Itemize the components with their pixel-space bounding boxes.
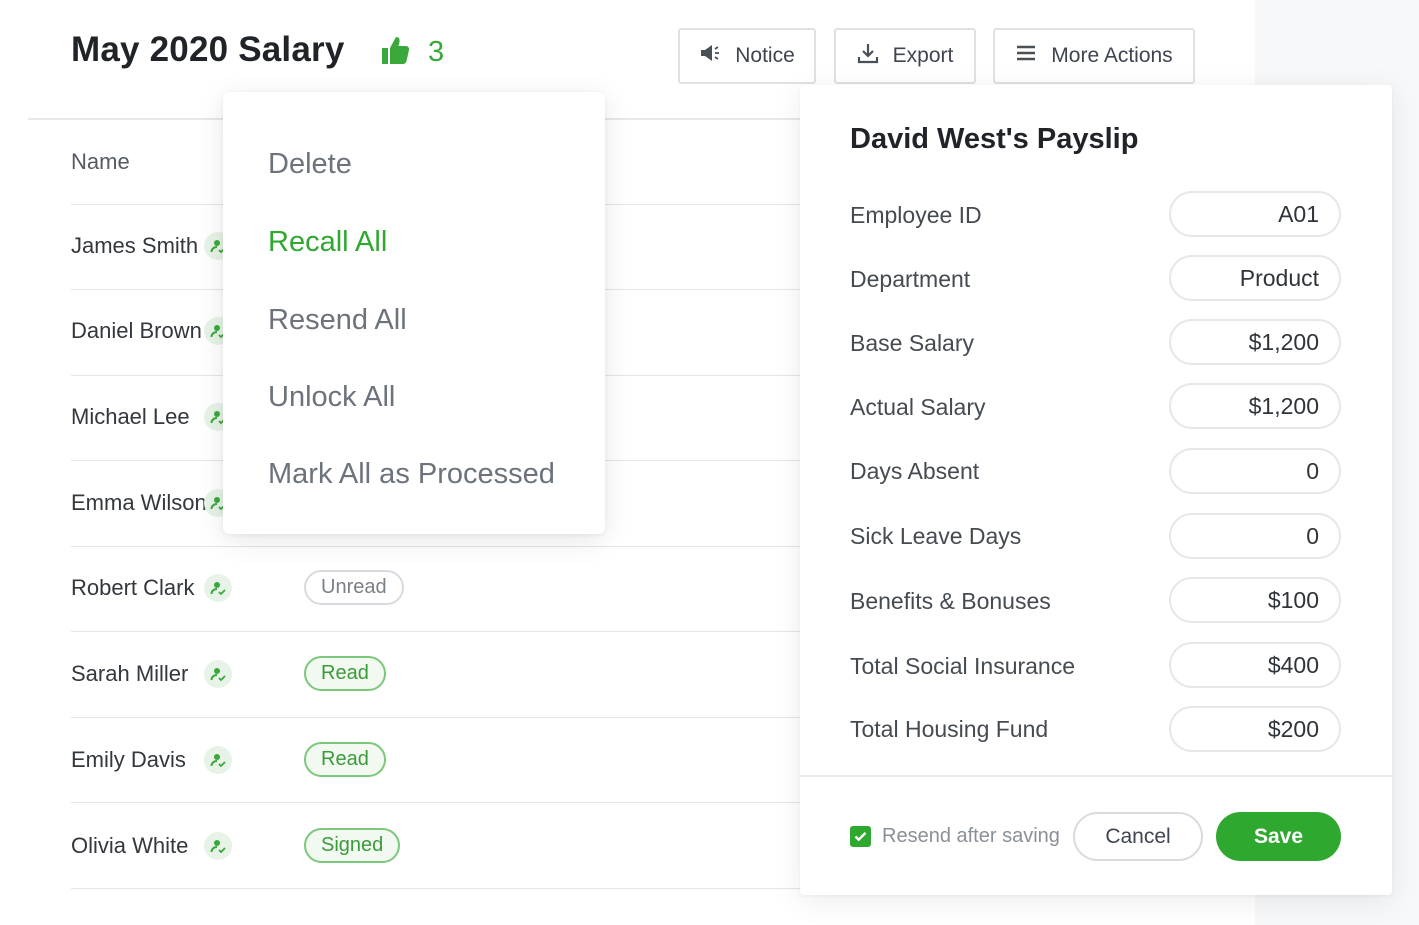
column-header-name: Name bbox=[71, 149, 130, 174]
thumbs-up-icon bbox=[380, 34, 410, 71]
total-social-insurance-label: Total Social Insurance bbox=[850, 653, 1076, 679]
check-icon bbox=[854, 832, 867, 842]
row-divider bbox=[71, 802, 800, 803]
days-absent-label: Days Absent bbox=[850, 458, 980, 484]
menu-item-mark-all-processed[interactable]: Mark All as Processed bbox=[268, 458, 555, 491]
status-badge: Unread bbox=[304, 570, 404, 605]
benefits-bonuses-label: Benefits & Bonuses bbox=[850, 588, 1051, 614]
more-actions-menu: Delete Recall All Resend All Unlock All … bbox=[223, 92, 605, 534]
cancel-button[interactable]: Cancel bbox=[1073, 812, 1203, 861]
table-row-name[interactable]: Robert Clark bbox=[71, 575, 194, 601]
table-row-name[interactable]: Emily Davis bbox=[71, 747, 186, 773]
likes-count: 3 bbox=[428, 36, 445, 68]
user-check-icon bbox=[204, 660, 232, 688]
menu-item-delete[interactable]: Delete bbox=[268, 148, 352, 181]
base-salary-label: Base Salary bbox=[850, 330, 975, 356]
status-badge: Read bbox=[304, 656, 386, 691]
notice-button[interactable]: Notice bbox=[678, 28, 816, 84]
sick-leave-days-field[interactable] bbox=[1169, 513, 1341, 559]
row-divider bbox=[71, 546, 800, 547]
menu-item-unlock-all[interactable]: Unlock All bbox=[268, 381, 395, 414]
days-absent-field[interactable] bbox=[1169, 448, 1341, 494]
benefits-bonuses-field[interactable] bbox=[1169, 577, 1341, 623]
notice-label: Notice bbox=[735, 44, 795, 67]
table-row-name[interactable]: Olivia White bbox=[71, 833, 188, 859]
resend-after-saving-option[interactable]: Resend after saving bbox=[850, 825, 1060, 848]
actual-salary-label: Actual Salary bbox=[850, 394, 986, 420]
export-button[interactable]: Export bbox=[834, 28, 976, 84]
department-label: Department bbox=[850, 266, 971, 292]
user-check-icon bbox=[204, 746, 232, 774]
sick-leave-days-label: Sick Leave Days bbox=[850, 523, 1022, 549]
department-field[interactable] bbox=[1169, 255, 1341, 301]
total-social-insurance-field[interactable] bbox=[1169, 642, 1341, 688]
row-divider bbox=[71, 888, 800, 889]
total-housing-fund-field[interactable] bbox=[1169, 706, 1341, 752]
payslip-panel: David West's Payslip Employee ID Departm… bbox=[800, 85, 1392, 895]
menu-icon bbox=[1015, 42, 1037, 70]
likes-counter[interactable]: 3 bbox=[380, 34, 444, 71]
table-row-name[interactable]: James Smith bbox=[71, 233, 198, 259]
user-check-icon bbox=[204, 574, 232, 602]
table-row-name[interactable]: Sarah Miller bbox=[71, 661, 188, 687]
employee-id-field[interactable] bbox=[1169, 191, 1341, 237]
table-row-name[interactable]: Daniel Brown bbox=[71, 318, 202, 344]
employee-id-label: Employee ID bbox=[850, 202, 982, 228]
panel-divider bbox=[800, 775, 1392, 777]
more-actions-label: More Actions bbox=[1051, 44, 1173, 67]
table-row-name[interactable]: Michael Lee bbox=[71, 404, 190, 430]
resend-checkbox[interactable] bbox=[850, 826, 871, 847]
export-label: Export bbox=[892, 44, 954, 67]
menu-item-recall-all[interactable]: Recall All bbox=[268, 226, 387, 259]
menu-item-resend-all[interactable]: Resend All bbox=[268, 304, 407, 337]
save-button[interactable]: Save bbox=[1216, 812, 1341, 861]
more-actions-button[interactable]: More Actions bbox=[993, 28, 1195, 84]
page-title: May 2020 Salary bbox=[71, 30, 345, 69]
actual-salary-field[interactable] bbox=[1169, 383, 1341, 429]
row-divider bbox=[71, 717, 800, 718]
status-badge: Signed bbox=[304, 828, 401, 863]
row-divider bbox=[71, 631, 800, 632]
user-check-icon bbox=[204, 832, 232, 860]
megaphone-icon bbox=[699, 42, 721, 70]
status-badge: Read bbox=[304, 742, 386, 777]
table-row-name[interactable]: Emma Wilson bbox=[71, 490, 207, 516]
base-salary-field[interactable] bbox=[1169, 319, 1341, 365]
total-housing-fund-label: Total Housing Fund bbox=[850, 716, 1049, 742]
resend-label: Resend after saving bbox=[882, 825, 1060, 847]
payslip-title: David West's Payslip bbox=[850, 123, 1139, 155]
download-icon bbox=[857, 42, 879, 70]
